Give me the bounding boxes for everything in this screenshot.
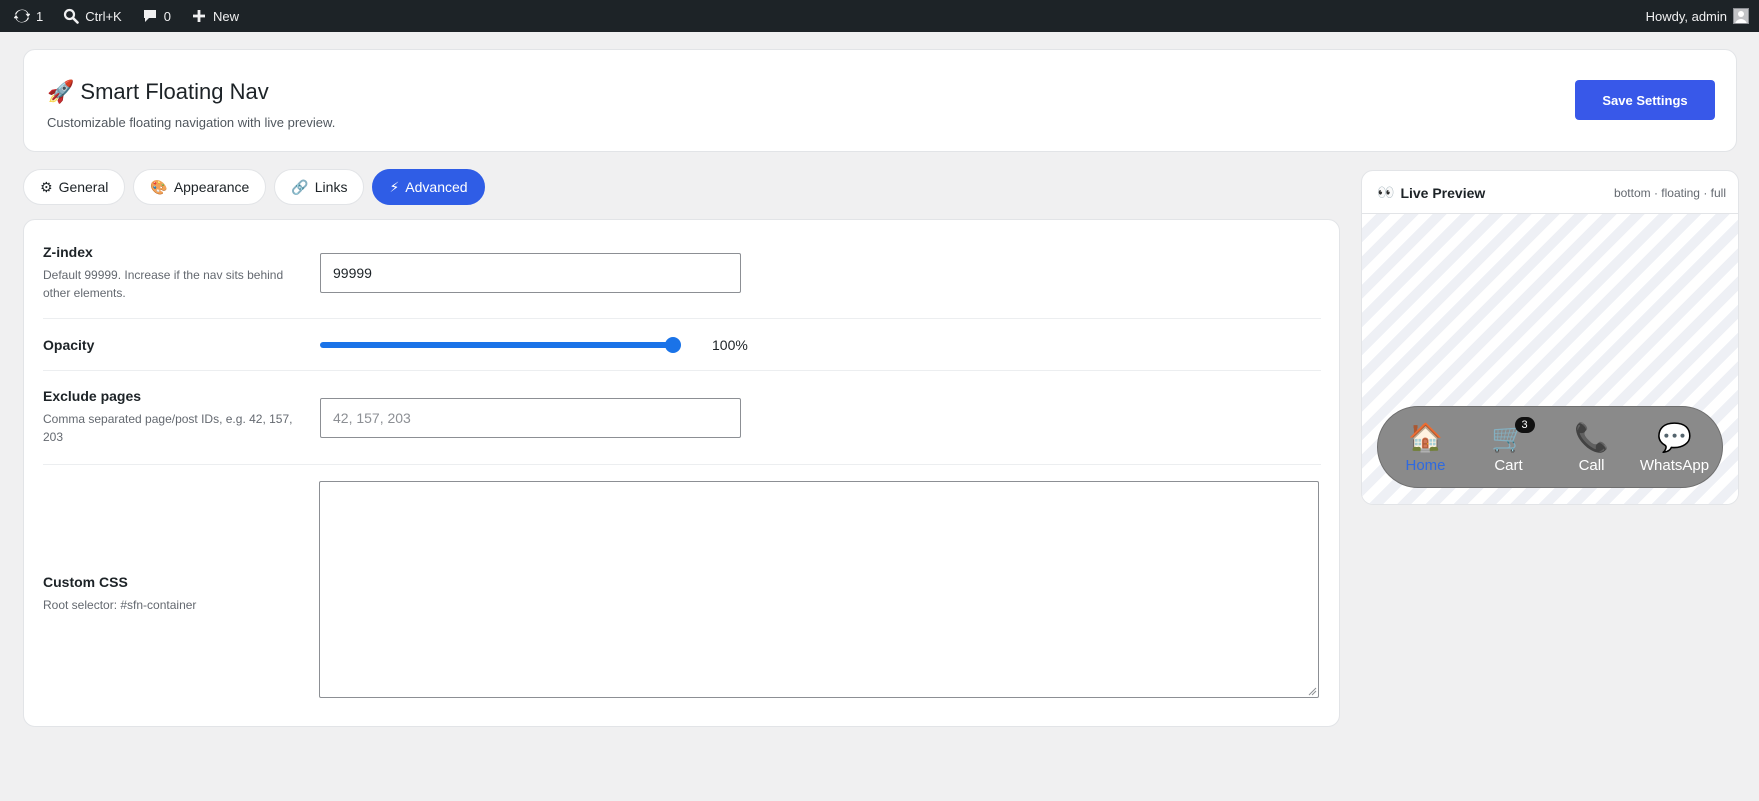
nav-item-label: Call	[1578, 456, 1605, 474]
chat-bubble-icon: 💬	[1657, 421, 1692, 453]
comments-item[interactable]: 0	[132, 0, 181, 32]
nav-item-home[interactable]: 🏠 Home	[1386, 421, 1466, 474]
preview-meta: bottom · floating · full	[1613, 186, 1726, 200]
lightning-icon: ⚡	[389, 178, 400, 195]
eyes-icon: 👀	[1377, 184, 1395, 200]
phone-icon: 📞	[1574, 421, 1609, 453]
advanced-settings-panel: Z-index Default 99999. Increase if the n…	[23, 219, 1340, 727]
preview-title: 👀 Live Preview	[1377, 184, 1485, 201]
live-preview-panel: 👀 Live Preview bottom · floating · full …	[1361, 170, 1739, 505]
preview-title-text: Live Preview	[1400, 184, 1486, 201]
tab-label: Links	[314, 179, 348, 195]
tab-advanced[interactable]: ⚡ Advanced	[372, 169, 485, 205]
custom-css-textarea[interactable]	[319, 481, 1319, 698]
tab-general[interactable]: ⚙ General	[23, 169, 126, 205]
nav-item-label: Home	[1405, 456, 1446, 474]
comment-icon	[142, 8, 158, 24]
custom-css-row: Custom CSS Root selector: #sfn-container	[43, 465, 1321, 727]
opacity-value: 100%	[712, 337, 748, 353]
exclude-pages-input[interactable]	[320, 398, 741, 438]
nav-item-label: WhatsApp	[1639, 456, 1710, 474]
gear-icon: ⚙	[40, 178, 53, 195]
opacity-slider-thumb[interactable]	[665, 337, 681, 353]
exclude-pages-label: Exclude pages	[43, 388, 142, 404]
new-label: New	[212, 8, 239, 24]
search-item[interactable]: Ctrl+K	[53, 0, 131, 32]
zindex-description: Default 99999. Increase if the nav sits …	[43, 268, 284, 300]
page-title: 🚀 Smart Floating Nav	[47, 79, 269, 105]
custom-css-description: Root selector: #sfn-container	[43, 598, 197, 612]
floating-nav-preview: 🏠 Home 🛒 3 Cart 📞 Call 💬 WhatsApp	[1377, 406, 1723, 488]
rocket-icon: 🚀	[47, 79, 75, 104]
opacity-label: Opacity	[43, 337, 95, 353]
tab-links[interactable]: 🔗 Links	[274, 169, 365, 205]
exclude-pages-description: Comma separated page/post IDs, e.g. 42, …	[43, 412, 293, 444]
preview-header: 👀 Live Preview bottom · floating · full	[1362, 171, 1738, 214]
account-menu[interactable]: Howdy, admin	[1636, 0, 1759, 32]
tab-label: Advanced	[405, 179, 468, 195]
settings-tabs: ⚙ General 🎨 Appearance 🔗 Links ⚡ Advance…	[23, 169, 485, 205]
updates-item[interactable]: 1	[0, 0, 53, 32]
save-settings-button[interactable]: Save Settings	[1575, 80, 1715, 120]
page-title-text: Smart Floating Nav	[80, 79, 269, 104]
resize-handle-icon[interactable]	[1307, 686, 1317, 696]
preview-stage: 🏠 Home 🛒 3 Cart 📞 Call 💬 WhatsApp	[1362, 214, 1738, 504]
updates-icon	[14, 8, 30, 24]
comments-count: 0	[163, 8, 171, 24]
nav-item-whatsapp[interactable]: 💬 WhatsApp	[1635, 421, 1715, 474]
search-shortcut: Ctrl+K	[85, 8, 122, 24]
nav-item-label: Cart	[1494, 456, 1523, 474]
zindex-input[interactable]	[320, 253, 741, 293]
avatar	[1733, 8, 1749, 24]
cart-badge: 3	[1514, 416, 1535, 433]
zindex-label: Z-index	[43, 244, 93, 260]
updates-count: 1	[36, 8, 44, 24]
plus-icon	[191, 8, 207, 24]
zindex-row: Z-index Default 99999. Increase if the n…	[43, 220, 1321, 319]
tab-label: Appearance	[173, 179, 250, 195]
page-subtitle: Customizable floating navigation with li…	[47, 115, 336, 130]
nav-item-call[interactable]: 📞 Call	[1552, 421, 1632, 474]
link-icon: 🔗	[291, 178, 309, 195]
tab-appearance[interactable]: 🎨 Appearance	[133, 169, 267, 205]
tab-label: General	[58, 179, 109, 195]
home-icon: 🏠	[1408, 421, 1443, 453]
new-item[interactable]: New	[181, 0, 249, 32]
howdy-text: Howdy, admin	[1645, 8, 1727, 24]
custom-css-label: Custom CSS	[43, 574, 128, 590]
opacity-row: Opacity 100%	[43, 319, 1321, 371]
search-icon	[63, 8, 80, 24]
nav-item-cart[interactable]: 🛒 3 Cart	[1469, 416, 1549, 474]
header-card: 🚀 Smart Floating Nav Customizable floati…	[23, 49, 1737, 152]
exclude-pages-row: Exclude pages Comma separated page/post …	[43, 371, 1321, 465]
opacity-slider[interactable]	[320, 342, 673, 348]
admin-bar: 1 Ctrl+K 0 New Howdy, admin	[0, 0, 1759, 32]
palette-icon: 🎨	[150, 178, 168, 195]
